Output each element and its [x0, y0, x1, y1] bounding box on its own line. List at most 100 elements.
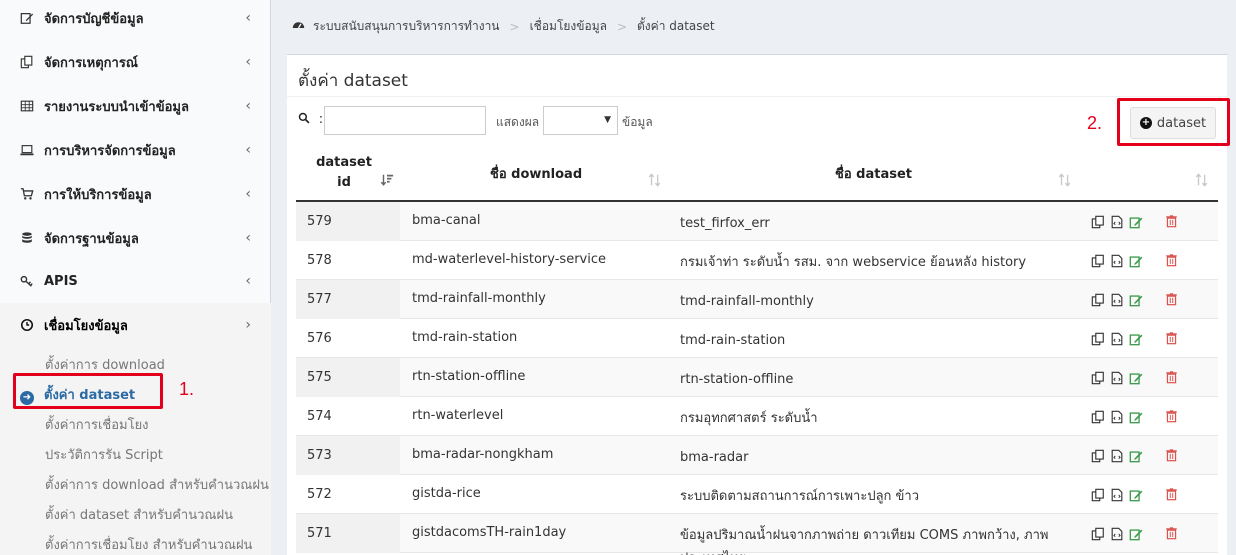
- chevron-left-icon: ‹: [245, 230, 251, 246]
- cell-dataset-id: 578: [307, 253, 332, 268]
- table-row: 571 gistdacomsTH-rain1day ข้อมูลปริมาณน้ำฝ…: [296, 514, 1218, 555]
- copy-icon[interactable]: [1090, 292, 1105, 307]
- edit-icon[interactable]: [1128, 253, 1143, 268]
- edit-icon[interactable]: [1128, 448, 1143, 463]
- edit-icon[interactable]: [1128, 526, 1143, 541]
- sidebar-item-label: จัดการฐานข้อมูล: [44, 231, 139, 247]
- trash-icon[interactable]: [1165, 370, 1179, 385]
- file-code-icon[interactable]: [1109, 526, 1124, 541]
- edit-icon[interactable]: [1128, 370, 1143, 385]
- sidebar-item-events[interactable]: จัดการเหตุการณ์ ‹: [0, 40, 271, 84]
- sidebar-item-label: APIS: [44, 273, 78, 289]
- dashboard-icon: [292, 19, 305, 35]
- row-actions: [1090, 370, 1143, 385]
- trash-icon[interactable]: [1165, 409, 1179, 424]
- sort-icon[interactable]: [648, 173, 662, 191]
- sort-icon[interactable]: [1195, 173, 1209, 191]
- copy-icon[interactable]: [1090, 487, 1105, 502]
- sidebar-item-import-report[interactable]: รายงานระบบนำเข้าข้อมูล ‹: [0, 84, 271, 128]
- breadcrumb-separator: >: [509, 19, 520, 34]
- file-code-icon[interactable]: [1109, 214, 1124, 229]
- submenu-item-script-history[interactable]: ประวัติการรัน Script: [45, 444, 163, 465]
- cell-dataset-id: 573: [296, 436, 400, 475]
- row-actions: [1090, 214, 1143, 229]
- key-icon: [19, 273, 35, 289]
- copy-icon[interactable]: [1090, 409, 1105, 424]
- sidebar-item-label: จัดการเหตุการณ์: [44, 55, 138, 71]
- trash-icon[interactable]: [1165, 253, 1179, 268]
- column-header-dataset[interactable]: ชื่อ dataset: [835, 163, 912, 184]
- sidebar-item-data-service[interactable]: การให้บริการข้อมูล ‹: [0, 172, 271, 216]
- sort-desc-icon[interactable]: [380, 173, 394, 191]
- trash-icon[interactable]: [1165, 331, 1179, 346]
- edit-icon[interactable]: [1128, 214, 1143, 229]
- page-size-select[interactable]: ▼: [543, 106, 618, 135]
- table-row: 573 bma-radar-nongkham bma-radar: [296, 436, 1218, 475]
- trash-icon[interactable]: [1165, 448, 1179, 463]
- cell-dataset-name: กรมเจ้าท่า ระดับน้ำ รสม. จาก webservice …: [680, 255, 1027, 270]
- cell-dataset-id: 575: [296, 358, 400, 397]
- column-header-download[interactable]: ชื่อ download: [490, 163, 582, 184]
- trash-icon[interactable]: [1165, 487, 1179, 502]
- sidebar-item-label: รายงานระบบนำเข้าข้อมูล: [44, 99, 189, 115]
- file-code-icon[interactable]: [1109, 253, 1124, 268]
- cell-dataset-name-overflow: ประเทศไทย: [680, 551, 746, 555]
- breadcrumb-item-current: ตั้งค่า dataset: [637, 19, 715, 33]
- search-label: Q ::: [298, 112, 323, 127]
- cell-dataset-id: 576: [307, 331, 332, 346]
- copy-icon[interactable]: [1090, 214, 1105, 229]
- sidebar-item-label: เชื่อมโยงข้อมูล: [44, 318, 128, 334]
- page-title: ตั้งค่า dataset: [298, 71, 408, 91]
- cell-dataset-name: test_firfox_err: [680, 216, 770, 231]
- file-code-icon[interactable]: [1109, 370, 1124, 385]
- cell-dataset-id: 572: [307, 487, 332, 502]
- file-code-icon[interactable]: [1109, 409, 1124, 424]
- column-header-id[interactable]: dataset id: [316, 153, 372, 193]
- cell-download-name: tmd-rain-station: [412, 330, 518, 345]
- copy-icon[interactable]: [1090, 331, 1105, 346]
- copy-icon[interactable]: [1090, 253, 1105, 268]
- annotation-step-1: 1.: [179, 379, 195, 399]
- trash-icon[interactable]: [1165, 214, 1179, 229]
- show-label: แสดงผล: [496, 115, 540, 129]
- sidebar: จัดการบัญชีข้อมูล ‹ จัดการเหตุการณ์ ‹ รา…: [0, 0, 271, 555]
- trash-icon[interactable]: [1165, 292, 1179, 307]
- submenu-item-link-settings[interactable]: ตั้งค่าการเชื่อมโยง: [45, 414, 149, 435]
- file-code-icon[interactable]: [1109, 331, 1124, 346]
- sidebar-item-database[interactable]: จัดการฐานข้อมูล ‹: [0, 216, 271, 260]
- copy-icon[interactable]: [1090, 526, 1105, 541]
- sidebar-item-account-data[interactable]: จัดการบัญชีข้อมูล ‹: [0, 0, 271, 40]
- file-code-icon[interactable]: [1109, 292, 1124, 307]
- search-input[interactable]: [324, 106, 486, 135]
- submenu-item-rain-download-settings[interactable]: ตั้งค่าการ download สำหรับคำนวณฝน: [45, 474, 269, 495]
- cell-download-name: md-waterlevel-history-service: [412, 252, 606, 267]
- sort-icon[interactable]: [1058, 173, 1072, 191]
- edit-icon[interactable]: [1128, 487, 1143, 502]
- edit-icon[interactable]: [1128, 292, 1143, 307]
- edit-icon: [19, 10, 35, 26]
- sidebar-item-apis[interactable]: APIS ‹: [0, 259, 271, 303]
- breadcrumb-item-data-link[interactable]: เชื่อมโยงข้อมูล: [530, 17, 607, 36]
- submenu-item-rain-dataset-settings[interactable]: ตั้งค่า dataset สำหรับคำนวณฝน: [45, 504, 233, 525]
- row-actions: [1090, 253, 1143, 268]
- edit-icon[interactable]: [1128, 409, 1143, 424]
- submenu-item-download-settings[interactable]: ตั้งค่าการ download: [45, 354, 165, 375]
- cell-download-name: gistdacomsTH-rain1day: [412, 525, 567, 540]
- copy-icon[interactable]: [1090, 448, 1105, 463]
- divider: [287, 96, 1227, 97]
- breadcrumb-item-home[interactable]: ระบบสนับสนุนการบริหารการทำงาน: [313, 17, 500, 36]
- cell-download-name: tmd-rainfall-monthly: [412, 291, 546, 306]
- sidebar-item-data-link[interactable]: เชื่อมโยงข้อมูล ›: [0, 303, 271, 347]
- submenu-item-rain-link-settings[interactable]: ตั้งค่าการเชื่อมโยง สำหรับคำนวณฝน: [45, 534, 252, 555]
- file-code-icon[interactable]: [1109, 448, 1124, 463]
- annotation-highlight-box: [1117, 98, 1230, 146]
- edit-icon[interactable]: [1128, 331, 1143, 346]
- database-icon: [19, 230, 35, 246]
- sidebar-item-label: การบริหารจัดการข้อมูล: [44, 143, 176, 159]
- cell-download-name: bma-radar-nongkham: [412, 447, 554, 462]
- copy-icon[interactable]: [1090, 370, 1105, 385]
- file-code-icon[interactable]: [1109, 487, 1124, 502]
- sidebar-item-data-management[interactable]: การบริหารจัดการข้อมูล ‹: [0, 128, 271, 172]
- chevron-left-icon: ‹: [245, 10, 251, 26]
- trash-icon[interactable]: [1165, 526, 1179, 541]
